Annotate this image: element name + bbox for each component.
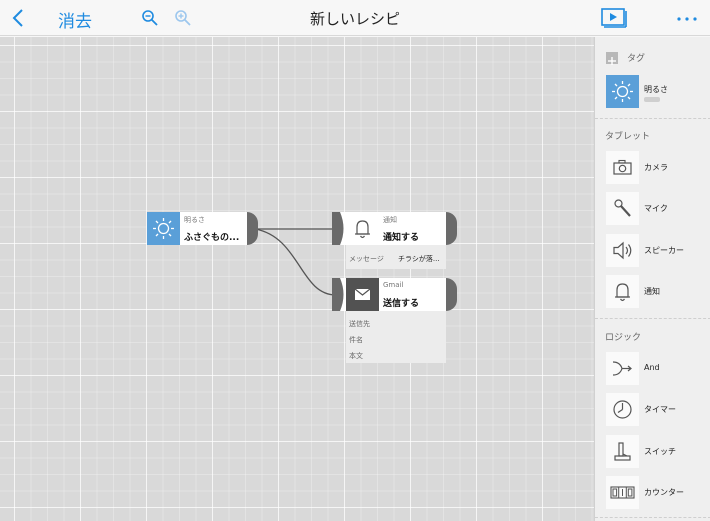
- node-notify-head: 通知 通知する: [379, 212, 447, 245]
- camera-icon: [613, 159, 632, 175]
- sidebar-icon-box: [606, 476, 639, 509]
- microphone-icon: [614, 199, 631, 217]
- input-port-shape: [332, 212, 346, 245]
- node-gmail-params: 送信先 件名 本文: [346, 311, 446, 363]
- node-notify-params: メッセージ チラシが落...: [346, 245, 446, 269]
- sidebar-item-counter[interactable]: カウンター: [606, 476, 706, 509]
- sidebar-icon-box: [606, 151, 639, 184]
- top-toolbar: 消去 新しいレシピ: [0, 0, 710, 36]
- play-screen-icon: [601, 8, 627, 28]
- zoom-out-button[interactable]: [141, 9, 159, 27]
- zoom-in-icon: [175, 10, 191, 26]
- node-brightness[interactable]: 明るさ ふさぐもの...: [147, 212, 259, 245]
- sidebar-item-label: スピーカー: [644, 246, 684, 255]
- sidebar-item-label: 明るさ: [644, 85, 668, 94]
- wire-brightness-to-gmail: [254, 228, 337, 296]
- sidebar-item-camera[interactable]: カメラ: [606, 151, 706, 184]
- output-port[interactable]: [247, 212, 258, 245]
- back-button[interactable]: [8, 6, 30, 30]
- node-notify-icon-box: [346, 212, 379, 245]
- sidebar-item-label: カメラ: [644, 163, 668, 172]
- delete-button[interactable]: 消去: [58, 7, 92, 32]
- node-notify[interactable]: 通知 通知する メッセージ チラシが落...: [332, 212, 460, 270]
- sidebar-icon-box: [606, 75, 639, 108]
- sidebar-icon-box: [606, 393, 639, 426]
- sidebar-item-label: マイク: [644, 204, 668, 213]
- param-name: メッセージ: [349, 255, 384, 263]
- sidebar-icon-box: [606, 234, 639, 267]
- node-value: 送信する: [383, 299, 420, 309]
- param-name-body[interactable]: 本文: [349, 351, 363, 361]
- switch-icon: [614, 442, 631, 461]
- sidebar-icon-box: [606, 275, 639, 308]
- more-dots-icon: [677, 17, 697, 21]
- divider: [595, 517, 710, 518]
- sidebar-icon-box: [606, 192, 639, 225]
- sidebar-item-and[interactable]: And: [606, 352, 706, 385]
- node-label: 通知: [383, 216, 397, 224]
- chevron-left-icon: [12, 9, 23, 27]
- divider: [595, 318, 710, 319]
- sidebar-item-label: タイマー: [644, 405, 676, 414]
- node-label: 明るさ: [184, 216, 205, 224]
- param-value-message[interactable]: チラシが落...: [398, 254, 440, 264]
- node-gmail[interactable]: Gmail 送信する 送信先 件名 本文: [332, 278, 460, 363]
- sidebar-item-label: 通知: [644, 287, 660, 296]
- speaker-icon: [613, 241, 632, 260]
- tag-section-title: タグ: [627, 54, 646, 64]
- sidebar-item-label: スイッチ: [644, 447, 676, 456]
- sidebar-item-speaker[interactable]: スピーカー: [606, 234, 706, 267]
- sidebar-item-label: カウンター: [644, 488, 684, 497]
- counter-icon: [610, 486, 635, 499]
- sidebar-item-tag-brightness[interactable]: 明るさ: [606, 75, 706, 108]
- envelope-icon: [354, 288, 371, 300]
- sidebar-icon-box: [606, 352, 639, 385]
- tag-indicator-bar: [644, 97, 660, 102]
- merge-arrow-icon: [612, 361, 632, 376]
- sidebar-item-notify[interactable]: 通知: [606, 275, 706, 308]
- sidebar-item-switch[interactable]: スイッチ: [606, 435, 706, 468]
- app-root: 消去 新しいレシピ 明るさ ふさぐもの... 通知 通知する メッセージ チラシ…: [0, 0, 710, 521]
- node-value: ふさぐもの...: [184, 233, 240, 243]
- divider: [595, 118, 710, 119]
- param-name-subject[interactable]: 件名: [349, 335, 363, 345]
- add-tag-button[interactable]: [606, 52, 618, 65]
- input-port[interactable]: [332, 212, 346, 245]
- brightness-icon: [612, 81, 633, 102]
- node-brightness-icon-box: [147, 212, 180, 245]
- tablet-section-title: タブレット: [605, 132, 651, 142]
- zoom-out-icon: [142, 10, 158, 26]
- recipe-canvas[interactable]: 明るさ ふさぐもの... 通知 通知する メッセージ チラシが落... Gmai…: [0, 37, 594, 521]
- connection-wires: [254, 228, 337, 296]
- node-gmail-head: Gmail 送信する: [379, 278, 447, 311]
- input-port[interactable]: [332, 278, 346, 311]
- more-options-button[interactable]: [676, 8, 698, 28]
- zoom-in-button[interactable]: [174, 9, 192, 27]
- sidebar-icon-box: [606, 435, 639, 468]
- timer-icon: [613, 400, 632, 419]
- output-port[interactable]: [446, 278, 457, 311]
- plus-icon: [608, 57, 616, 65]
- sidebar-item-timer[interactable]: タイマー: [606, 393, 706, 426]
- node-value: 通知する: [383, 233, 420, 243]
- output-port[interactable]: [446, 212, 457, 245]
- sidebar-item-microphone[interactable]: マイク: [606, 192, 706, 225]
- sidebar-item-label: And: [644, 363, 660, 372]
- node-label: Gmail: [383, 281, 404, 289]
- node-brightness-head: 明るさ ふさぐもの...: [180, 212, 247, 245]
- param-name-to[interactable]: 送信先: [349, 319, 370, 329]
- bell-icon: [355, 220, 370, 239]
- component-sidebar: タグ 明るさ タブレット カメラ マイク スピーカー 通知 ロジック And タ…: [594, 37, 710, 521]
- input-port-shape: [332, 278, 346, 311]
- run-button[interactable]: [601, 8, 627, 28]
- node-gmail-icon-box: [346, 278, 379, 311]
- bell-icon: [615, 283, 630, 302]
- brightness-icon: [153, 218, 174, 239]
- logic-section-title: ロジック: [605, 333, 642, 343]
